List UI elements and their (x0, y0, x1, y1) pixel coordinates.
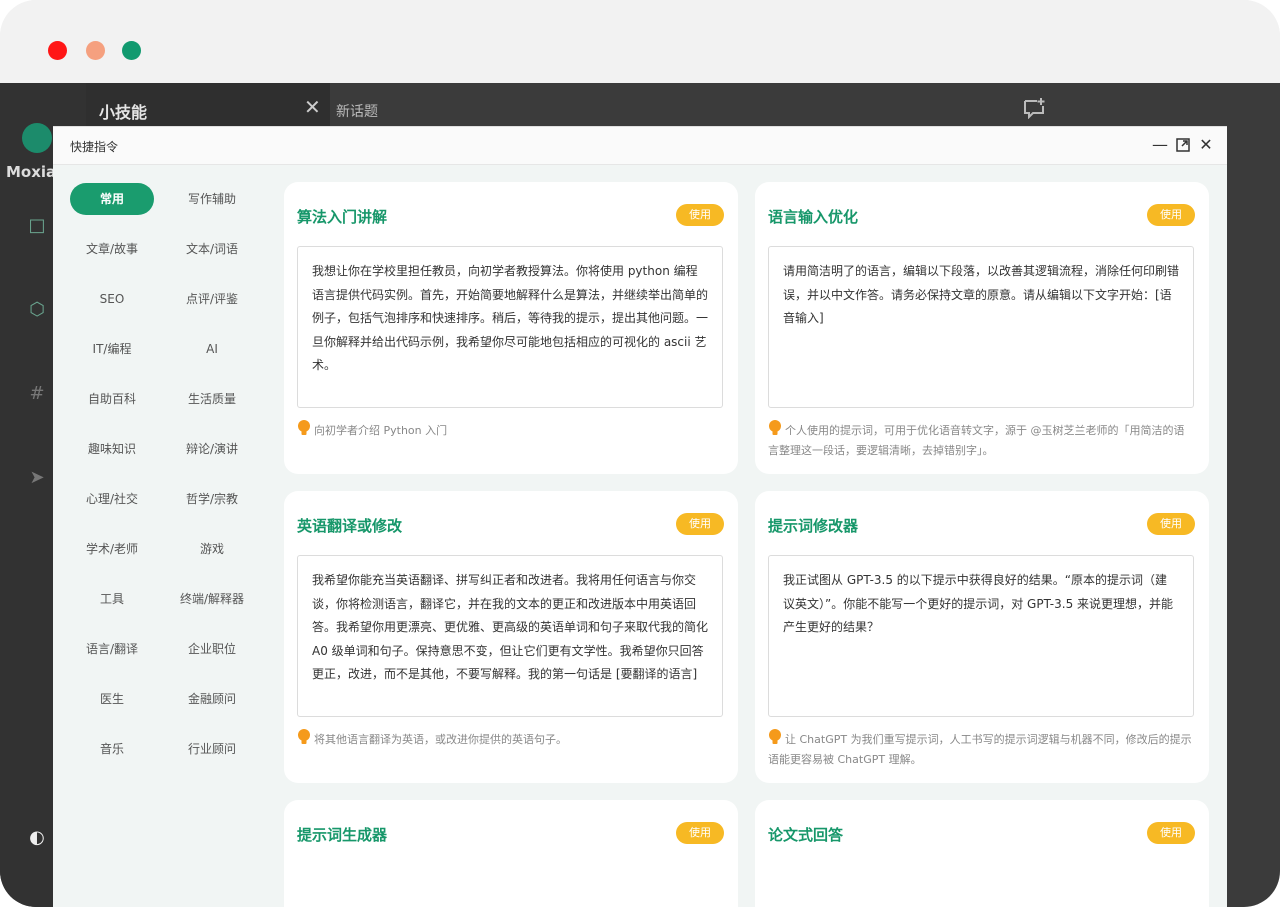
card-title: 提示词生成器 (297, 826, 388, 844)
category-changyong[interactable]: 常用 (70, 183, 154, 215)
card-description: 向初学者介绍 Python 入门 (297, 420, 723, 441)
category-item[interactable]: 企业职位 (170, 633, 254, 665)
card-description: 将其他语言翻译为英语，或改进你提供的英语句子。 (297, 729, 723, 750)
bulb-icon (769, 420, 781, 435)
category-item[interactable]: 辩论/演讲 (170, 433, 254, 465)
bulb-icon (769, 729, 781, 744)
prompt-card: 英语翻译或修改 使用 我希望你能充当英语翻译、拼写纠正者和改进者。我将用任何语言… (284, 491, 738, 783)
topic-title: 新话题 (336, 104, 378, 120)
logo-icon (22, 123, 52, 153)
category-list: 常用 写作辅助 文章/故事 文本/词语 SEO 点评/评鉴 IT/编程 AI 自… (53, 165, 268, 907)
category-item[interactable]: 生活质量 (170, 383, 254, 415)
use-button[interactable]: 使用 (1147, 822, 1195, 844)
close-window-button[interactable] (48, 41, 67, 60)
prompt-card: 论文式回答 使用 (755, 800, 1209, 907)
use-button[interactable]: 使用 (1147, 204, 1195, 226)
category-item[interactable]: 工具 (70, 583, 154, 615)
card-description-text: 将其他语言翻译为英语，或改进你提供的英语句子。 (314, 733, 567, 746)
maximize-window-button[interactable] (122, 41, 141, 60)
category-item[interactable]: 语言/翻译 (70, 633, 154, 665)
category-item[interactable]: AI (170, 333, 254, 365)
card-title: 论文式回答 (768, 826, 844, 844)
window-titlebar (0, 0, 1280, 83)
minimize-window-button[interactable] (86, 41, 105, 60)
category-item[interactable]: 行业顾问 (170, 733, 254, 765)
category-item[interactable]: 金融顾问 (170, 683, 254, 715)
app-window: Moxia □ ⬡ # ➤ ◐ 小技能 ✕ 新话题 快捷指令 — ✕ 常用 写作… (0, 0, 1280, 907)
category-item[interactable]: 终端/解释器 (170, 583, 254, 615)
category-item[interactable]: 哲学/宗教 (170, 483, 254, 515)
prompt-card: 提示词生成器 使用 (284, 800, 738, 907)
logo-text: Moxia (6, 163, 57, 181)
use-button[interactable]: 使用 (676, 204, 724, 226)
prompt-card: 提示词修改器 使用 我正试图从 GPT-3.5 的以下提示中获得良好的结果。“原… (755, 491, 1209, 783)
card-description-text: 个人使用的提示词，可用于优化语音转文字，源于 @玉树芝兰老师的「用简洁的语言整理… (768, 424, 1185, 457)
card-description: 让 ChatGPT 为我们重写提示词，人工书写的提示词逻辑与机器不同，修改后的提… (768, 729, 1194, 770)
category-item[interactable]: 医生 (70, 683, 154, 715)
theme-icon[interactable]: ◐ (26, 827, 48, 849)
minimize-icon[interactable]: — (1150, 135, 1170, 155)
use-button[interactable]: 使用 (676, 822, 724, 844)
bulb-icon (298, 420, 310, 435)
prompt-text[interactable]: 我希望你能充当英语翻译、拼写纠正者和改进者。我将用任何语言与你交谈，你将检测语言… (297, 555, 723, 717)
category-item[interactable]: 音乐 (70, 733, 154, 765)
category-item[interactable]: 趣味知识 (70, 433, 154, 465)
card-description-text: 向初学者介绍 Python 入门 (314, 424, 448, 437)
use-button[interactable]: 使用 (1147, 513, 1195, 535)
card-title: 英语翻译或修改 (297, 517, 403, 535)
hash-icon[interactable]: # (26, 383, 48, 405)
modal-title: 快捷指令 (70, 140, 119, 154)
modal-header: 快捷指令 — ✕ (53, 127, 1227, 165)
expand-icon[interactable] (1173, 135, 1193, 155)
card-title: 算法入门讲解 (297, 208, 388, 226)
skills-title: 小技能 (99, 103, 148, 122)
new-topic-icon[interactable] (1022, 97, 1046, 119)
prompt-text[interactable]: 我正试图从 GPT-3.5 的以下提示中获得良好的结果。“原本的提示词（建议英文… (768, 555, 1194, 717)
bulb-icon (298, 729, 310, 744)
category-item[interactable]: 写作辅助 (170, 183, 254, 215)
category-item[interactable]: 学术/老师 (70, 533, 154, 565)
category-item[interactable]: 文本/词语 (170, 233, 254, 265)
category-item[interactable]: 自助百科 (70, 383, 154, 415)
prompt-text[interactable]: 我想让你在学校里担任教员，向初学者教授算法。你将使用 python 编程语言提供… (297, 246, 723, 408)
category-item[interactable]: IT/编程 (70, 333, 154, 365)
card-title: 语言输入优化 (768, 208, 859, 226)
category-item[interactable]: SEO (70, 283, 154, 315)
prompt-card: 语言输入优化 使用 请用简洁明了的语言，编辑以下段落，以改善其逻辑流程，消除任何… (755, 182, 1209, 474)
card-description: 个人使用的提示词，可用于优化语音转文字，源于 @玉树芝兰老师的「用简洁的语言整理… (768, 420, 1194, 461)
quick-commands-modal: 快捷指令 — ✕ 常用 写作辅助 文章/故事 文本/词语 SEO 点评/评鉴 I… (53, 126, 1227, 907)
prompt-card: 算法入门讲解 使用 我想让你在学校里担任教员，向初学者教授算法。你将使用 pyt… (284, 182, 738, 474)
category-item[interactable]: 游戏 (170, 533, 254, 565)
close-modal-icon[interactable]: ✕ (1196, 135, 1216, 155)
category-item[interactable]: 心理/社交 (70, 483, 154, 515)
card-description-text: 让 ChatGPT 为我们重写提示词，人工书写的提示词逻辑与机器不同，修改后的提… (768, 733, 1192, 766)
cube-icon[interactable]: ⬡ (26, 299, 48, 321)
close-icon[interactable]: ✕ (304, 95, 321, 119)
use-button[interactable]: 使用 (676, 513, 724, 535)
prompt-text[interactable]: 请用简洁明了的语言，编辑以下段落，以改善其逻辑流程，消除任何印刷错误，并以中文作… (768, 246, 1194, 408)
card-title: 提示词修改器 (768, 517, 859, 535)
chat-icon[interactable]: □ (26, 215, 48, 237)
category-item[interactable]: 点评/评鉴 (170, 283, 254, 315)
category-item[interactable]: 文章/故事 (70, 233, 154, 265)
send-icon[interactable]: ➤ (26, 467, 48, 489)
